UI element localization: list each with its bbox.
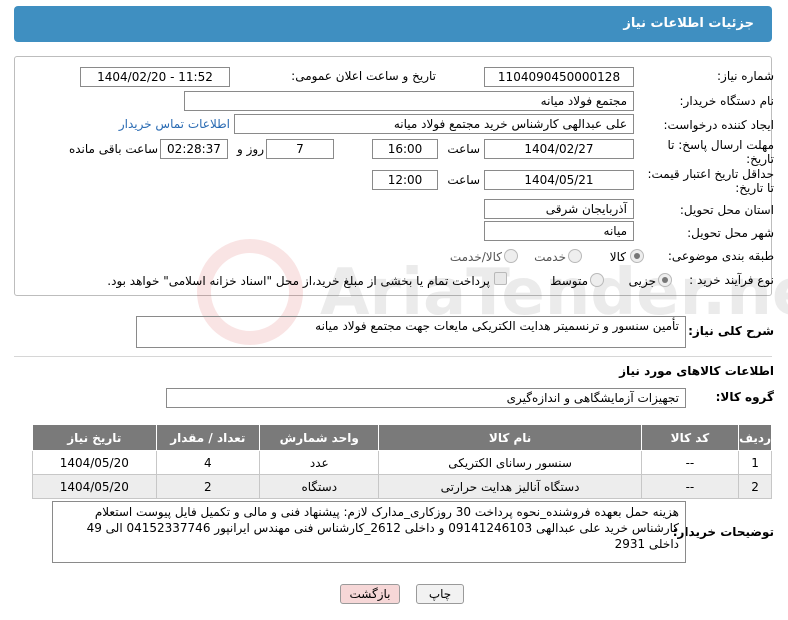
need-number-field: 1104090450000128 [484, 67, 634, 87]
cell-quantity: 4 [155, 450, 261, 475]
cell-row-number: 1 [738, 450, 772, 475]
days-label: روز و [237, 142, 264, 156]
response-time-field: 16:00 [372, 139, 438, 159]
cell-unit: دستگاه [259, 474, 380, 499]
process-radio-minor[interactable] [658, 273, 672, 287]
col-header-unit: واحد شمارش [259, 424, 380, 451]
price-validity-label-2: تا تاریخ: [735, 181, 774, 195]
description-label: شرح کلی نیاز: [688, 324, 774, 338]
goods-table: ردیف کد کالا نام کالا واحد شمارش تعداد /… [32, 424, 772, 499]
buyer-notes-textarea[interactable]: هزینه حمل بعهده فروشنده_نحوه پرداخت 30 ر… [52, 501, 686, 563]
col-header-need-date: تاریخ نیاز [32, 424, 157, 451]
cell-quantity: 2 [155, 474, 261, 499]
cell-unit: عدد [259, 450, 380, 475]
response-time-label: ساعت [447, 142, 480, 156]
category-radio-goods[interactable] [630, 249, 644, 263]
price-validity-date-field: 1404/05/21 [484, 170, 634, 190]
col-header-row-number: ردیف [738, 424, 772, 451]
response-deadline-label: مهلت ارسال پاسخ: تا [667, 138, 774, 152]
process-radio-medium[interactable] [590, 273, 604, 287]
process-minor-label: جزیی [628, 274, 656, 288]
cell-need-date: 1404/05/20 [32, 474, 157, 499]
requester-field: علی عبدالهی کارشناس خرید مجتمع فولاد میا… [234, 114, 634, 134]
page-header: جزئیات اطلاعات نیاز [14, 6, 772, 42]
buyer-contact-link[interactable]: اطلاعات تماس خریدار [119, 117, 230, 131]
response-deadline-label-2: تاریخ: [746, 152, 774, 166]
col-header-quantity: تعداد / مقدار [155, 424, 261, 451]
table-header-row: ردیف کد کالا نام کالا واحد شمارش تعداد /… [32, 424, 772, 451]
category-both-label: کالا/خدمت [449, 250, 502, 264]
remaining-label: ساعت باقی مانده [68, 142, 158, 156]
cell-need-date: 1404/05/20 [32, 450, 157, 475]
process-medium-label: متوسط [550, 274, 588, 288]
treasury-bonds-checkbox[interactable] [494, 272, 507, 285]
delivery-province-field: آذربایجان شرقی [484, 199, 634, 219]
category-radio-both[interactable] [504, 249, 518, 263]
cell-item-name: دستگاه آنالیز هدایت حرارتی [378, 474, 642, 499]
announce-datetime-label: تاریخ و ساعت اعلان عمومی: [291, 69, 436, 83]
announce-datetime-field: 1404/02/20 - 11:52 [80, 67, 230, 87]
back-button[interactable]: بازگشت [340, 584, 400, 604]
print-button[interactable]: چاپ [416, 584, 464, 604]
requester-label: ایجاد کننده درخواست: [663, 118, 774, 132]
days-field: 7 [266, 139, 334, 159]
col-header-item-code: کد کالا [640, 424, 740, 451]
buyer-org-label: نام دستگاه خریدار: [679, 94, 775, 108]
cell-item-code: -- [640, 450, 740, 475]
cell-item-name: سنسور رسانای الکتریکی [378, 450, 642, 475]
table-row[interactable]: 1 -- سنسور رسانای الکتریکی عدد 4 1404/05… [32, 450, 772, 475]
price-validity-time-label: ساعت [447, 173, 480, 187]
price-validity-time-field: 12:00 [372, 170, 438, 190]
purchase-process-label: نوع فرآیند خرید : [689, 273, 774, 287]
goods-section-title: اطلاعات کالاهای مورد نیاز [619, 364, 774, 378]
need-number-label: شماره نیاز: [717, 69, 774, 83]
col-header-item-name: نام کالا [378, 424, 642, 451]
treasury-bonds-note: پرداخت تمام یا بخشی از مبلغ خرید،از محل … [107, 274, 490, 288]
buyer-notes-label: توضیحات خریدار: [672, 525, 774, 539]
category-goods-label: کالا [609, 250, 626, 264]
delivery-city-field: میانه [484, 221, 634, 241]
divider [14, 356, 772, 357]
cell-row-number: 2 [738, 474, 772, 499]
delivery-city-label: شهر محل تحویل: [687, 226, 774, 240]
cell-item-code: -- [640, 474, 740, 499]
category-service-label: خدمت [534, 250, 566, 264]
goods-group-field: تجهیزات آزمایشگاهی و اندازه‌گیری [166, 388, 686, 408]
delivery-province-label: استان محل تحویل: [679, 203, 774, 217]
description-textarea[interactable]: تأمین سنسور و ترنسمیتر هدایت الکتریکی ما… [136, 316, 686, 348]
remaining-time-field: 02:28:37 [160, 139, 228, 159]
response-date-field: 1404/02/27 [484, 139, 634, 159]
table-row[interactable]: 2 -- دستگاه آنالیز هدایت حرارتی دستگاه 2… [32, 474, 772, 499]
price-validity-label: حداقل تاریخ اعتبار قیمت: [647, 167, 774, 181]
category-radio-service[interactable] [568, 249, 582, 263]
category-label: طبقه بندی موضوعی: [667, 249, 774, 263]
goods-group-label: گروه کالا: [715, 390, 774, 404]
buyer-org-field: مجتمع فولاد میانه [184, 91, 634, 111]
